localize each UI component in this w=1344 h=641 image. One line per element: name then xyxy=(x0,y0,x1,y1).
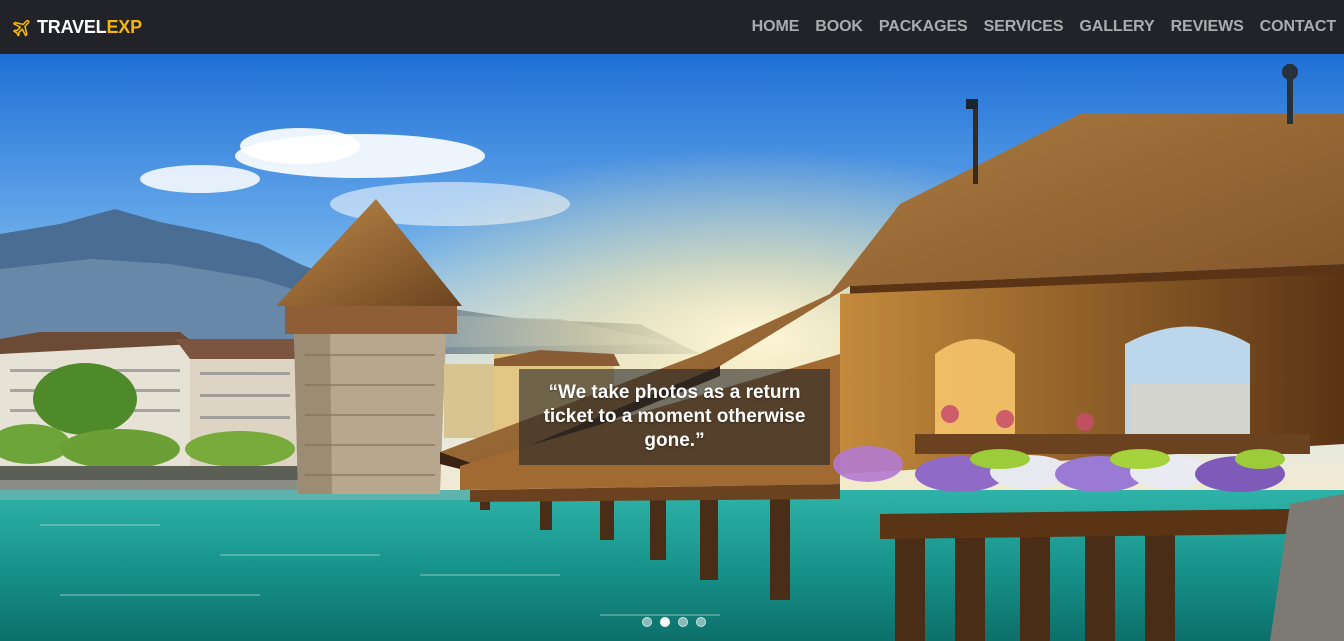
hero-carousel[interactable]: “We take photos as a return ticket to a … xyxy=(0,54,1344,641)
nav-home[interactable]: HOME xyxy=(744,18,808,36)
nav-contact[interactable]: CONTACT xyxy=(1252,18,1344,36)
carousel-indicator-2[interactable] xyxy=(660,617,670,627)
plane-icon xyxy=(13,19,30,36)
nav-gallery[interactable]: GALLERY xyxy=(1071,18,1162,36)
nav-reviews[interactable]: REVIEWS xyxy=(1163,18,1252,36)
navbar: TRAVELEXP HOME BOOK PACKAGES SERVICES GA… xyxy=(0,0,1344,54)
brand-name-part2: EXP xyxy=(106,16,142,37)
brand-name-part1: TRAVEL xyxy=(37,16,107,37)
carousel-indicator-1[interactable] xyxy=(642,617,652,627)
carousel-indicator-4[interactable] xyxy=(696,617,706,627)
nav-services[interactable]: SERVICES xyxy=(976,18,1072,36)
hero-caption: “We take photos as a return ticket to a … xyxy=(519,369,830,465)
nav-packages[interactable]: PACKAGES xyxy=(871,18,976,36)
carousel-indicators xyxy=(642,617,706,627)
carousel-indicator-3[interactable] xyxy=(678,617,688,627)
nav-book[interactable]: BOOK xyxy=(807,18,871,36)
brand-logo[interactable]: TRAVELEXP xyxy=(12,17,142,38)
hero-image xyxy=(0,54,1344,641)
nav-links: HOME BOOK PACKAGES SERVICES GALLERY REVI… xyxy=(744,0,1344,54)
